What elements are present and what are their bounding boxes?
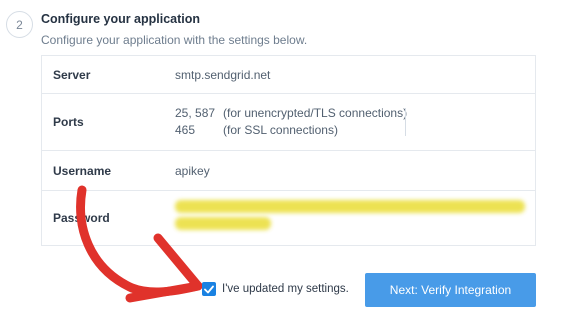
password-row: Password — [42, 191, 535, 245]
next-verify-integration-button[interactable]: Next: Verify Integration — [365, 273, 536, 307]
ports-ssl-numbers: 465 — [175, 123, 196, 137]
ports-line-ssl: 465 (for SSL connections) — [175, 123, 338, 137]
password-label: Password — [53, 211, 110, 225]
step-number-badge: 2 — [6, 11, 33, 38]
ports-tls-note: (for unencrypted/TLS connections) — [223, 106, 408, 120]
username-row: Username apikey — [42, 151, 535, 191]
username-value: apikey — [175, 164, 210, 178]
settings-table: Server smtp.sendgrid.net Ports 25, 587 (f… — [41, 55, 536, 246]
ports-label: Ports — [53, 115, 84, 129]
checkmark-icon — [204, 285, 214, 293]
ports-line-tls: 25, 587 (for unencrypted/TLS connections) — [175, 106, 407, 120]
server-row: Server smtp.sendgrid.net — [42, 56, 535, 94]
ports-tls-numbers: 25, 587 — [175, 106, 216, 120]
password-redacted-value — [175, 198, 525, 232]
server-label: Server — [53, 68, 91, 82]
settings-updated-label[interactable]: I've updated my settings. — [222, 283, 349, 295]
section-title: Configure your application — [41, 12, 201, 26]
ports-ssl-note: (for SSL connections) — [223, 123, 338, 137]
ports-row: Ports 25, 587 (for unencrypted/TLS connec… — [42, 94, 535, 151]
section-subtitle: Configure your application with the sett… — [41, 33, 308, 47]
server-value: smtp.sendgrid.net — [175, 68, 271, 82]
step-number: 2 — [16, 17, 23, 32]
ports-divider — [405, 108, 406, 136]
settings-updated-checkbox[interactable] — [202, 282, 216, 296]
username-label: Username — [53, 164, 112, 178]
